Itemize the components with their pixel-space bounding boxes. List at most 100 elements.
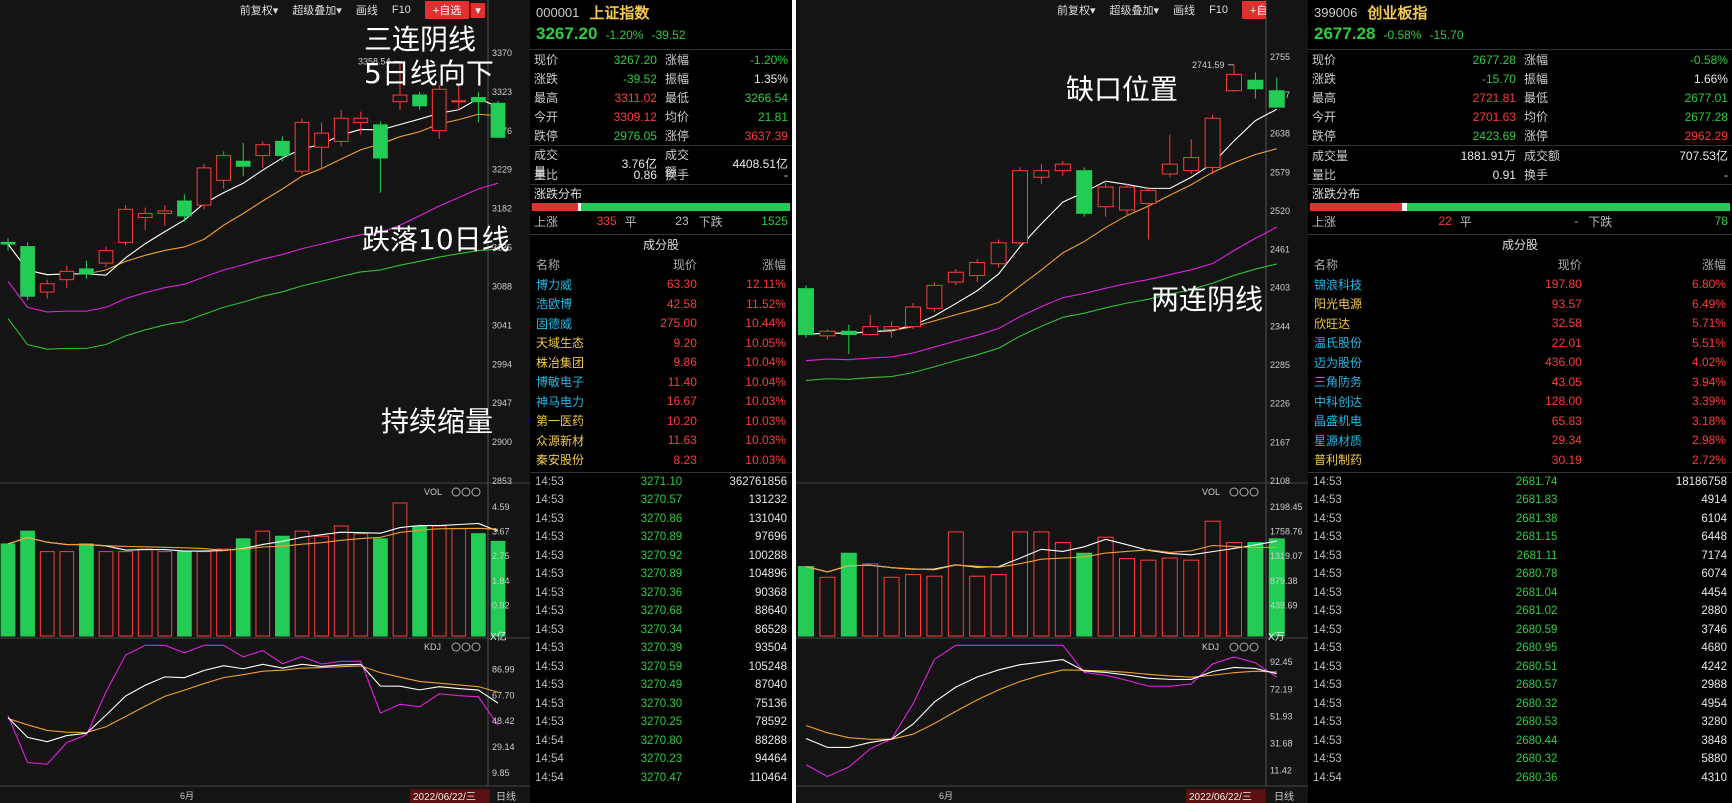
index-name[interactable]: 上证指数 xyxy=(589,2,649,23)
volume-bar xyxy=(59,551,75,637)
stat-value: 3266.54 xyxy=(744,90,788,105)
component-name[interactable]: 株冶集团 xyxy=(530,354,624,371)
component-name[interactable]: 阳光电源 xyxy=(1308,295,1461,312)
component-change: 10.03% xyxy=(745,413,786,428)
component-row[interactable]: 神马电力 16.67 10.03% xyxy=(530,392,792,412)
components-header: 名称 现价 涨幅 xyxy=(1308,255,1732,275)
stat-value: 3637.39 xyxy=(744,128,788,143)
component-change: 11.52% xyxy=(746,296,786,311)
component-row[interactable]: 三角防务 43.05 3.94% xyxy=(1308,372,1732,392)
volume-bar xyxy=(79,543,94,637)
distribution-labels: 上涨 335 平 23 下跌 1525 xyxy=(530,211,792,231)
component-row[interactable]: 浩欧博 42.58 11.52% xyxy=(530,294,792,314)
stat-value: - xyxy=(1723,167,1728,182)
kdj-tick-label: 72.19 xyxy=(1270,684,1293,694)
column-price[interactable]: 现价 xyxy=(1461,256,1588,273)
quote-price-line: 2677.28 -0.58% -15.70 xyxy=(1308,24,1732,44)
component-name[interactable]: 众源新材 xyxy=(530,432,624,449)
component-name[interactable]: 中科创达 xyxy=(1308,393,1461,410)
trade-volume: 3746 xyxy=(1701,623,1727,636)
component-row[interactable]: 博敏电子 11.40 10.04% xyxy=(530,372,792,392)
volume-bar xyxy=(1076,552,1093,637)
stat-label: 成交量 xyxy=(1312,149,1349,163)
component-name[interactable]: 博力威 xyxy=(530,276,624,293)
price-tick-label: 3041 xyxy=(492,320,512,330)
component-change: 5.51% xyxy=(1691,335,1726,350)
column-change[interactable]: 涨幅 xyxy=(1588,256,1732,273)
component-name[interactable]: 三角防务 xyxy=(1308,373,1461,390)
stat-value: 3267.20 xyxy=(613,52,657,67)
trade-price: 2680.53 xyxy=(1515,716,1558,729)
trade-time: 14:53 xyxy=(1313,660,1342,673)
component-row[interactable]: 第一医药 10.20 10.03% xyxy=(530,411,792,431)
component-name[interactable]: 晶盛机电 xyxy=(1308,412,1461,429)
column-change[interactable]: 涨幅 xyxy=(703,256,792,273)
index-name[interactable]: 创业板指 xyxy=(1367,2,1427,23)
trade-price: 3270.23 xyxy=(640,753,683,766)
component-name[interactable]: 温氏股份 xyxy=(1308,334,1461,351)
component-row[interactable]: 星源材质 29.34 2.98% xyxy=(1308,431,1732,451)
stat-label: 成交额 xyxy=(1523,149,1560,163)
component-name[interactable]: 欣旺达 xyxy=(1308,315,1461,332)
component-name[interactable]: 星源材质 xyxy=(1308,432,1461,449)
component-row[interactable]: 晶盛机电 65.83 3.18% xyxy=(1308,411,1732,431)
component-name[interactable]: 博敏电子 xyxy=(530,373,624,390)
trade-volume: 6074 xyxy=(1701,568,1727,581)
column-price[interactable]: 现价 xyxy=(624,256,703,273)
component-row[interactable]: 中科创达 128.00 3.39% xyxy=(1308,392,1732,412)
component-name[interactable]: 锦浪科技 xyxy=(1308,276,1461,293)
trade-row: 14:53 2680.44 3848 xyxy=(1308,732,1732,751)
component-price: 10.20 xyxy=(666,413,697,428)
component-name[interactable]: 第一医药 xyxy=(530,412,624,429)
component-name[interactable]: 浩欧博 xyxy=(530,295,624,312)
trade-price: 3270.34 xyxy=(640,623,683,636)
component-row[interactable]: 迈为股份 436.00 4.02% xyxy=(1308,353,1732,373)
volume-bar xyxy=(451,528,467,637)
component-row[interactable]: 欣旺达 32.58 5.71% xyxy=(1308,314,1732,334)
trade-volume: 4310 xyxy=(1701,771,1727,784)
trade-time: 14:53 xyxy=(535,697,564,710)
component-name[interactable]: 天域生态 xyxy=(530,334,624,351)
component-row[interactable]: 博力威 63.30 12.11% xyxy=(530,275,792,295)
component-row[interactable]: 锦浪科技 197.80 6.80% xyxy=(1308,275,1732,295)
candle-body xyxy=(196,167,212,206)
component-row[interactable]: 温氏股份 22.01 5.51% xyxy=(1308,333,1732,353)
stat-value: 2677.28 xyxy=(1684,109,1728,124)
right-chart-panel[interactable]: 前复权▾ 超级叠加▾ 画线 F10 +自选 ▾ 2755269726382579… xyxy=(796,0,1308,803)
component-row[interactable]: 天域生态 9.20 10.05% xyxy=(530,333,792,353)
stat-label: 跌停 xyxy=(1312,129,1337,143)
component-row[interactable]: 阳光电源 93.57 6.49% xyxy=(1308,294,1732,314)
trade-price: 3270.39 xyxy=(640,642,683,655)
column-name[interactable]: 名称 xyxy=(530,256,624,273)
quote-price-line: 3267.20 -1.20% -39.52 xyxy=(530,24,792,44)
stat-label: 今开 xyxy=(1312,110,1337,124)
stat-label: 振幅 xyxy=(664,72,689,86)
component-row[interactable]: 株冶集团 9.86 10.04% xyxy=(530,353,792,373)
candle-body xyxy=(1247,79,1264,90)
component-name[interactable]: 神马电力 xyxy=(530,393,624,410)
component-price: 275.00 xyxy=(660,316,697,331)
left-quote-panel: 000001 上证指数 3267.20 -1.20% -39.52 现价 3267.20… xyxy=(530,0,792,803)
trade-row: 14:53 2680.32 4954 xyxy=(1308,695,1732,714)
date-label: 2022/06/22/三 xyxy=(413,792,476,803)
trade-volume: 90368 xyxy=(755,586,787,599)
column-name[interactable]: 名称 xyxy=(1308,256,1461,273)
trade-row: 14:53 2680.57 2988 xyxy=(1308,676,1732,695)
component-name[interactable]: 固德威 xyxy=(530,315,624,332)
stat-label: 涨跌 xyxy=(534,72,559,86)
stat-label: 振幅 xyxy=(1523,72,1548,86)
component-row[interactable]: 普利制药 30.19 2.72% xyxy=(1308,450,1732,470)
component-name[interactable]: 秦安股份 xyxy=(530,451,624,468)
trade-time: 14:53 xyxy=(1313,549,1342,562)
trade-time: 14:53 xyxy=(535,716,564,729)
component-row[interactable]: 固德威 275.00 10.44% xyxy=(530,314,792,334)
component-row[interactable]: 秦安股份 8.23 10.03% xyxy=(530,450,792,470)
volume-bar xyxy=(1097,536,1114,637)
component-price: 32.58 xyxy=(1551,316,1582,331)
component-row[interactable]: 众源新材 11.63 10.03% xyxy=(530,431,792,451)
volume-bar xyxy=(216,548,231,637)
component-name[interactable]: 普利制药 xyxy=(1308,451,1461,468)
left-chart-panel[interactable]: 前复权▾ 超级叠加▾ 画线 F10 +自选 ▾ ✕ 33703323327632… xyxy=(0,0,530,803)
volume-bar xyxy=(20,530,35,637)
component-name[interactable]: 迈为股份 xyxy=(1308,354,1461,371)
